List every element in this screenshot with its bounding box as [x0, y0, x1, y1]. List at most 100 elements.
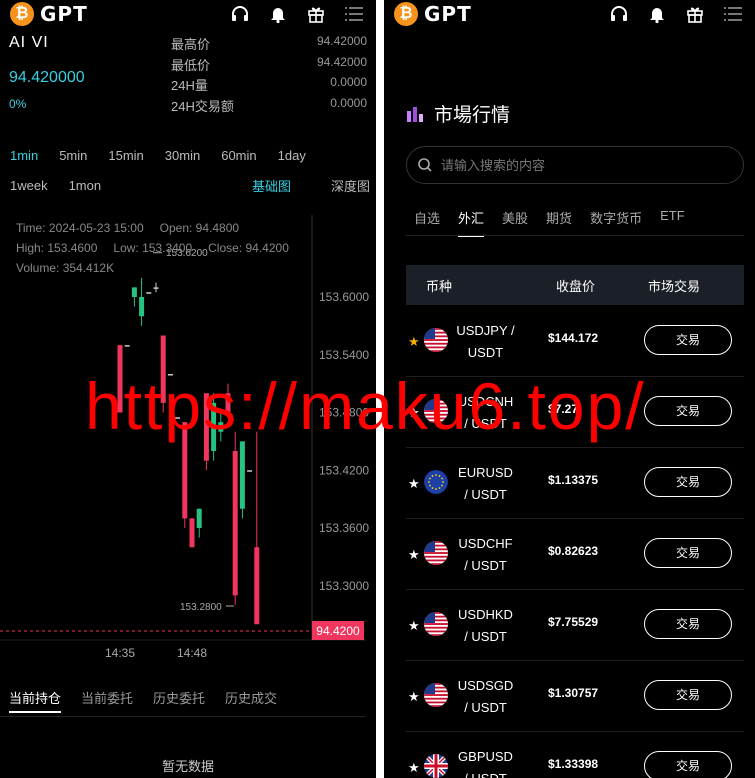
menu-icon[interactable] [344, 4, 364, 24]
gift-icon[interactable] [306, 4, 326, 24]
x-tick-label: 14:48 [177, 646, 207, 660]
top-bar: ₿ GPT [0, 0, 376, 28]
candle [124, 345, 130, 347]
tab-crypto[interactable]: 数字货币 [590, 208, 642, 237]
candlestick-chart[interactable]: 153.6000 153.5400 153.4800 153.4200 153.3600… [0, 210, 376, 670]
tab-order-history[interactable]: 历史委托 [153, 688, 205, 713]
market-row[interactable]: ★ USDJPY / USDT $144.172 交易 [406, 306, 744, 377]
market-row[interactable]: ★ USDSGD / USDT $1.30757 交易 [406, 661, 744, 732]
bell-icon[interactable] [647, 4, 667, 24]
brand-logo[interactable]: ₿ GPT [394, 2, 472, 26]
currency-flag-icon [424, 541, 448, 565]
interval-1day[interactable]: 1day [278, 148, 306, 163]
interval-30min[interactable]: 30min [165, 148, 200, 163]
y-tick-label: 153.4200 [319, 463, 369, 477]
favorite-star-icon[interactable]: ★ [408, 618, 420, 634]
ohlc-tooltip: Time: 2024-05-23 15:00 Open: 94.4800 High… [16, 218, 305, 278]
favorite-star-icon[interactable]: ★ [408, 760, 420, 776]
menu-icon[interactable] [723, 4, 743, 24]
currency-flag-icon [424, 612, 448, 636]
brand-name: GPT [40, 2, 88, 26]
market-category-tabs: 自选 外汇 美股 期货 数字货币 ETF [414, 208, 703, 237]
headset-icon[interactable] [230, 4, 250, 24]
last-price-tag-label: 94.4200 [316, 624, 360, 638]
tab-current-positions[interactable]: 当前持仓 [9, 688, 62, 713]
x-tick-label: 14:35 [105, 646, 135, 660]
interval-60min[interactable]: 60min [221, 148, 256, 163]
interval-5min[interactable]: 5min [59, 148, 87, 163]
currency-flag-icon [424, 683, 448, 707]
market-row[interactable]: ★ USDHKD / USDT $7.75529 交易 [406, 590, 744, 661]
y-tick-label: 153.5400 [319, 348, 369, 362]
headset-icon[interactable] [609, 4, 629, 24]
tab-futures[interactable]: 期货 [546, 208, 572, 237]
trade-button[interactable]: 交易 [644, 396, 732, 426]
tab-watchlist[interactable]: 自选 [414, 208, 440, 237]
search-box [406, 146, 744, 184]
brand-logo[interactable]: ₿ GPT [10, 2, 88, 26]
market-row[interactable]: ★ GBPUSD/ USDT $1.33398 交易 [406, 732, 744, 778]
trade-button[interactable]: 交易 [644, 538, 732, 568]
tab-trade-history[interactable]: 历史成交 [225, 688, 277, 713]
order-tabs: 当前持仓 当前委托 历史委托 历史成交 [9, 688, 277, 713]
bitcoin-icon: ₿ [10, 2, 34, 26]
tab-us-stocks[interactable]: 美股 [502, 208, 528, 237]
pair-name: USDSGD / USDT [457, 678, 514, 715]
bell-icon[interactable] [268, 4, 288, 24]
candle [175, 417, 181, 419]
change-percent: 0% [9, 97, 27, 111]
market-title-text: 市場行情 [434, 105, 511, 126]
favorite-star-icon[interactable]: ★ [408, 689, 420, 705]
interval-15min[interactable]: 15min [108, 148, 143, 163]
brand-name: GPT [424, 2, 472, 26]
market-title: 市場行情 [406, 100, 510, 127]
candle [160, 335, 166, 413]
trade-button[interactable]: 交易 [644, 467, 732, 497]
tabs-divider [0, 716, 366, 717]
trade-button[interactable]: 交易 [644, 680, 732, 710]
favorite-star-icon[interactable]: ★ [408, 476, 420, 492]
currency-flag-icon [424, 470, 448, 494]
depth-chart-tab[interactable]: 深度图 [331, 176, 370, 195]
trade-button[interactable]: 交易 [644, 609, 732, 639]
candle [254, 431, 260, 625]
tab-etf[interactable]: ETF [660, 208, 685, 237]
favorite-star-icon[interactable]: ★ [408, 547, 420, 563]
candle [218, 412, 224, 442]
favorite-star-icon[interactable]: ★ [408, 334, 420, 350]
y-tick-label: 153.4800 [319, 406, 369, 420]
candle [146, 292, 152, 294]
market-stats: 最高价 94.42000 最低价 94.42000 24H量 0.0000 24H交易… [171, 34, 367, 116]
tabs-divider [406, 235, 744, 236]
market-row[interactable]: ★ EURUSD / USDT $1.13375 交易 [406, 448, 744, 519]
close-price: $7.27 [548, 402, 579, 416]
currency-flag-icon [424, 328, 448, 352]
last-price: 94.420000 [9, 69, 85, 86]
pair-name: EURUSD / USDT [458, 465, 513, 502]
market-row[interactable]: ★ USDCHF / USDT $0.82623 交易 [406, 519, 744, 590]
candle [153, 282, 159, 293]
gift-icon[interactable] [685, 4, 705, 24]
close-price: $144.172 [548, 331, 599, 345]
ohlc-volume: Volume: 354.412K [16, 261, 115, 275]
candle [182, 422, 188, 528]
trade-button[interactable]: 交易 [644, 325, 732, 355]
stat-volume: 24H量 0.0000 [171, 75, 367, 93]
trade-button[interactable]: 交易 [644, 751, 732, 778]
y-tick-label: 153.6000 [319, 290, 369, 304]
favorite-star-icon[interactable]: ★ [408, 405, 420, 421]
tab-current-orders[interactable]: 当前委托 [81, 688, 133, 713]
candle [139, 277, 145, 326]
market-panel: ₿ GPT 市場行情 自选 外汇 美股 期货 数字货币 ETF 币种 收盘价 市… [384, 0, 755, 778]
col-pair: 币种 [426, 278, 453, 294]
candle [196, 508, 202, 538]
interval-1mon[interactable]: 1mon [69, 178, 102, 193]
tab-forex[interactable]: 外汇 [458, 208, 485, 237]
basic-chart-tab[interactable]: 基础图 [252, 176, 291, 195]
interval-1min[interactable]: 1min [10, 148, 38, 163]
pair-name: USDJPY / USDT [456, 323, 515, 360]
interval-1week[interactable]: 1week [10, 178, 48, 193]
search-input[interactable] [441, 157, 721, 173]
candle [189, 518, 195, 548]
market-row[interactable]: ★ USDCNH / USDT $7.27 交易 [406, 377, 744, 448]
